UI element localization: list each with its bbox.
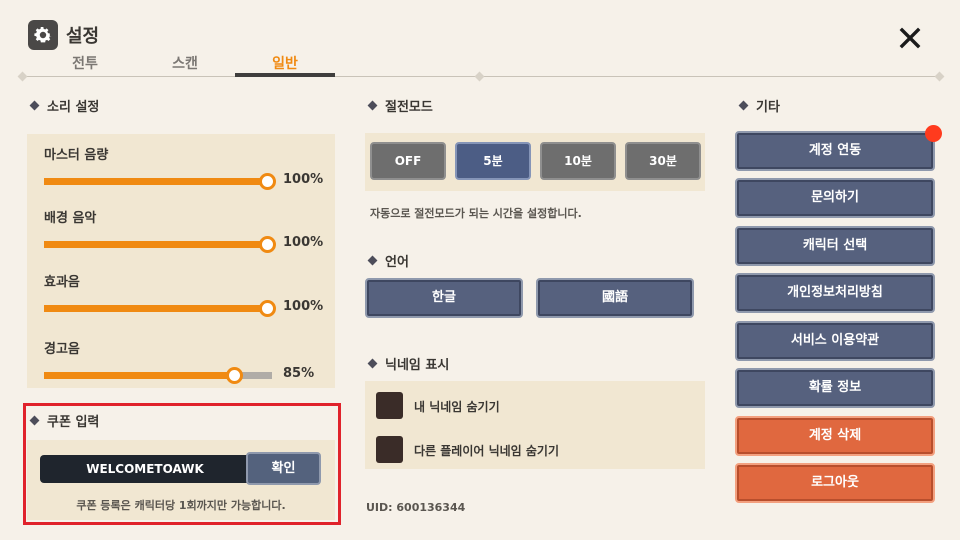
slider-knob[interactable] (226, 367, 243, 384)
slider-value: 100% (283, 235, 324, 250)
slider-sfx: 효과음 100% (44, 271, 334, 317)
hide-others-nickname-checkbox[interactable] (376, 436, 403, 463)
coupon-confirm-button[interactable]: 확인 (246, 452, 321, 485)
section-label: 절전모드 (385, 100, 433, 115)
slider-knob[interactable] (259, 236, 276, 253)
slider-warning: 경고음 85% (44, 338, 334, 384)
slider-knob[interactable] (259, 173, 276, 190)
section-label: 소리 설정 (47, 100, 100, 115)
logout-button[interactable]: 로그아웃 (735, 463, 935, 503)
slider-track[interactable] (44, 173, 276, 190)
slider-track[interactable] (44, 300, 276, 317)
slider-fill (44, 305, 272, 312)
delete-account-button[interactable]: 계정 삭제 (735, 416, 935, 456)
divider-diamond-icon (474, 71, 485, 82)
notification-dot (925, 125, 942, 142)
section-label: 닉네임 표시 (385, 358, 450, 373)
tab-scan[interactable]: 스캔 (135, 53, 235, 73)
slider-value: 100% (283, 172, 324, 187)
divider-diamond-icon (17, 71, 28, 82)
gear-icon (28, 20, 58, 50)
slider-fill (44, 372, 238, 379)
section-label: 쿠폰 입력 (47, 415, 100, 430)
slider-label: 효과음 (44, 275, 80, 290)
page-title: 설정 (66, 26, 100, 47)
sound-section-title: 소리 설정 (29, 96, 100, 115)
bullet-diamond-icon (367, 100, 378, 111)
bullet-diamond-icon (367, 358, 378, 369)
slider-fill (44, 241, 272, 248)
slider-bgm: 배경 음악 100% (44, 207, 334, 253)
character-select-button[interactable]: 캐릭터 선택 (735, 226, 935, 266)
bullet-diamond-icon (738, 100, 749, 111)
slider-track[interactable] (44, 236, 276, 253)
slider-track[interactable] (44, 367, 272, 384)
sound-panel: 마스터 음량 100% 배경 음악 100% 효과음 100% 경고음 85% (27, 134, 335, 388)
slider-label: 배경 음악 (44, 211, 97, 226)
settings-header: 설정 (28, 20, 99, 50)
power-option-10min[interactable]: 10분 (540, 142, 616, 180)
power-option-5min[interactable]: 5분 (455, 142, 531, 180)
account-link-button[interactable]: 계정 연동 (735, 131, 935, 171)
power-save-section-title: 절전모드 (367, 96, 433, 115)
language-korean-button[interactable]: 한글 (365, 278, 523, 318)
divider-diamond-icon (934, 71, 945, 82)
slider-label: 마스터 음량 (44, 148, 109, 163)
terms-of-service-button[interactable]: 서비스 이용약관 (735, 321, 935, 361)
bullet-diamond-icon (367, 255, 378, 266)
slider-label: 경고음 (44, 342, 80, 357)
tab-general[interactable]: 일반 (235, 53, 335, 73)
section-label: 기타 (756, 100, 780, 115)
nickname-section-title: 닉네임 표시 (367, 354, 450, 373)
slider-value: 85% (283, 366, 315, 381)
slider-fill (44, 178, 272, 185)
coupon-input[interactable]: WELCOMETOAWK (40, 455, 250, 483)
bullet-diamond-icon (29, 100, 40, 111)
power-option-30min[interactable]: 30분 (625, 142, 701, 180)
bullet-diamond-icon (29, 415, 40, 426)
hide-my-nickname-label: 내 닉네임 숨기기 (414, 400, 500, 414)
active-tab-indicator (235, 73, 335, 77)
coupon-section-title: 쿠폰 입력 (29, 411, 100, 430)
etc-section-title: 기타 (738, 96, 780, 115)
coupon-note: 쿠폰 등록은 캐릭터당 1회까지만 가능합니다. (76, 499, 286, 512)
section-label: 언어 (385, 255, 409, 270)
probability-info-button[interactable]: 확률 정보 (735, 368, 935, 408)
slider-knob[interactable] (259, 300, 276, 317)
slider-master-volume: 마스터 음량 100% (44, 144, 334, 190)
uid-text: UID: 600136344 (366, 501, 466, 514)
language-section-title: 언어 (367, 251, 409, 270)
tab-bar: 전투 스캔 일반 (0, 53, 960, 82)
close-icon[interactable] (896, 24, 924, 52)
tab-combat[interactable]: 전투 (35, 53, 135, 73)
privacy-policy-button[interactable]: 개인정보처리방침 (735, 273, 935, 313)
language-chinese-button[interactable]: 國語 (536, 278, 694, 318)
hide-my-nickname-checkbox[interactable] (376, 392, 403, 419)
power-save-description: 자동으로 절전모드가 되는 시간을 설정합니다. (370, 207, 582, 220)
power-option-off[interactable]: OFF (370, 142, 446, 180)
hide-others-nickname-label: 다른 플레이어 닉네임 숨기기 (414, 444, 560, 458)
inquiry-button[interactable]: 문의하기 (735, 178, 935, 218)
slider-value: 100% (283, 299, 324, 314)
